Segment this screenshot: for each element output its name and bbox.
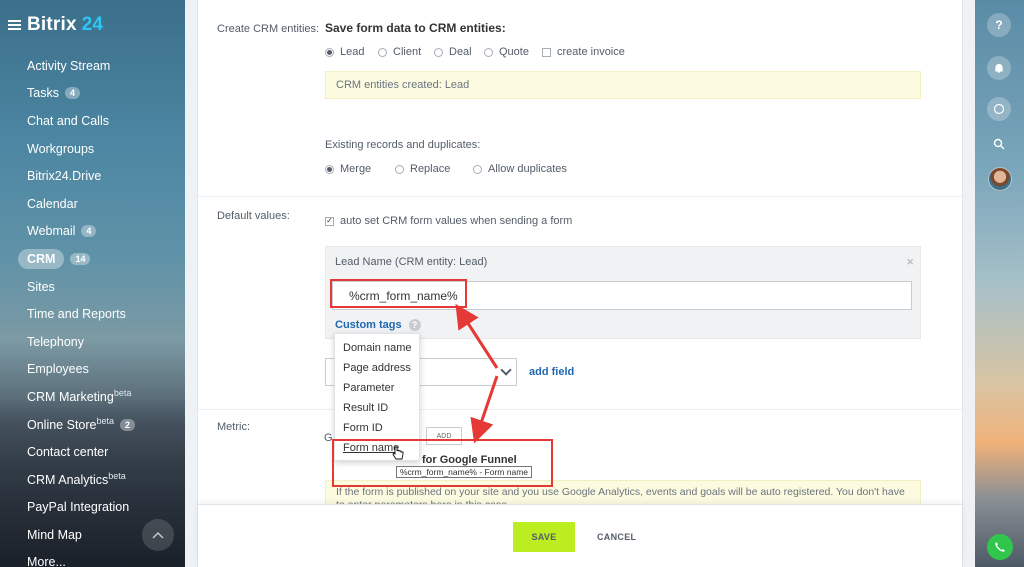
sidebar-item-time-and-reports[interactable]: Time and Reports (0, 300, 185, 328)
sidebar-item-label: Activity Stream (27, 58, 111, 73)
help-icon[interactable]: ? (408, 319, 421, 331)
phone-icon[interactable] (987, 534, 1013, 560)
sidebar-item-label: More... (27, 555, 66, 567)
sidebar-item-workgroups[interactable]: Workgroups (0, 135, 185, 163)
sidebar-item-crm[interactable]: CRM 14 (0, 245, 185, 273)
right-toolbar: ? (975, 0, 1024, 567)
create-invoice-checkbox[interactable]: create invoice (542, 46, 625, 58)
save-button[interactable]: SAVE (513, 522, 575, 552)
sidebar-item-label: Tasks (27, 86, 59, 101)
sidebar-item-activity-stream[interactable]: Activity Stream (0, 52, 185, 80)
tag-domain-name[interactable]: Domain name (335, 338, 419, 358)
sidebar-item-online-store[interactable]: Online Store beta 2 (0, 411, 185, 439)
counter-badge: 14 (70, 252, 91, 265)
sidebar-item-tasks[interactable]: Tasks 4 (0, 80, 185, 108)
form-footer: SAVE CANCEL (198, 504, 962, 567)
logo[interactable]: Bitrix 24 (8, 14, 103, 36)
sidebar-item-label: CRM Marketing (27, 389, 114, 404)
sidebar-item-contact-center[interactable]: Contact center (0, 438, 185, 466)
sidebar-item-webmail[interactable]: Webmail 4 (0, 218, 185, 246)
sidebar-item-label: Mind Map (27, 527, 82, 542)
chevron-down-icon (500, 364, 512, 376)
scroll-up-button[interactable] (142, 519, 174, 551)
sidebar-item-label: CRM Analytics (27, 472, 109, 487)
sidebar-item-label: Employees (27, 362, 89, 377)
entity-radio-quote[interactable]: Quote (484, 46, 529, 58)
sidebar-item-label: Online Store (27, 417, 97, 432)
sidebar-item-more[interactable]: More... (0, 549, 185, 567)
divider (198, 196, 962, 197)
sidebar-item-crm-analytics[interactable]: CRM Analytics beta (0, 466, 185, 494)
section-title: Save form data to CRM entities: (325, 21, 506, 35)
form-settings-panel: Create CRM entities: Save form data to C… (197, 0, 963, 567)
sidebar-item-sites[interactable]: Sites (0, 273, 185, 301)
tag-result-id[interactable]: Result ID (335, 398, 419, 418)
create-crm-label: Create CRM entities: (217, 23, 320, 35)
sidebar-item-label: Time and Reports (27, 307, 126, 322)
metric-label: Metric: (217, 421, 250, 433)
sidebar-item-calendar[interactable]: Calendar (0, 190, 185, 218)
entities-created-note: CRM entities created: Lead (325, 71, 921, 99)
sidebar-item-crm-marketing[interactable]: CRM Marketing beta (0, 383, 185, 411)
sidebar-item-label: Sites (27, 279, 55, 294)
entity-radio-lead[interactable]: Lead (325, 46, 364, 58)
sidebar-item-label: Chat and Calls (27, 113, 109, 128)
sidebar-item-label: Bitrix24.Drive (27, 169, 102, 184)
sidebar-item-paypal-integration[interactable]: PayPal Integration (0, 494, 185, 522)
dup-radio-replace[interactable]: Replace (395, 163, 450, 175)
chevron-up-icon (152, 531, 164, 539)
sidebar-menu: Activity Stream Tasks 4 Chat and Calls Workg… (0, 52, 185, 567)
dup-radio-allow[interactable]: Allow duplicates (473, 163, 567, 175)
annotation-box-form-name (332, 439, 553, 487)
dup-radio-merge[interactable]: Merge (325, 163, 371, 175)
sidebar-item-label: Calendar (27, 196, 78, 211)
tag-parameter[interactable]: Parameter (335, 378, 419, 398)
entity-radio-deal[interactable]: Deal (434, 46, 472, 58)
custom-tags-link[interactable]: Custom tags? (335, 319, 421, 331)
sidebar-item-label: Webmail (27, 224, 76, 239)
chat-icon[interactable] (987, 97, 1011, 121)
duplicates-label: Existing records and duplicates: (325, 139, 481, 151)
lead-box-title: Lead Name (CRM entity: Lead) (335, 256, 488, 268)
avatar[interactable] (988, 167, 1012, 191)
sidebar-item-label: Workgroups (27, 141, 95, 156)
sidebar-item-label: CRM (18, 248, 65, 269)
tag-page-address[interactable]: Page address (335, 358, 419, 378)
beta-badge: beta (113, 387, 132, 398)
counter-badge: 4 (64, 87, 80, 100)
cancel-button[interactable]: CANCEL (597, 522, 636, 552)
beta-badge: beta (96, 415, 115, 426)
entity-radio-client[interactable]: Client (378, 46, 421, 58)
bell-icon[interactable] (987, 56, 1011, 80)
help-icon[interactable]: ? (987, 13, 1011, 37)
divider (198, 409, 962, 410)
logo-number: 24 (81, 14, 103, 35)
sidebar-item-telephony[interactable]: Telephony (0, 328, 185, 356)
default-values-label: Default values: (217, 210, 290, 222)
sidebar-item-employees[interactable]: Employees (0, 356, 185, 384)
search-icon[interactable] (987, 132, 1011, 156)
annotation-box-input (330, 279, 467, 308)
add-field-link[interactable]: add field (529, 366, 574, 378)
sidebar-item-label: Telephony (27, 334, 84, 349)
beta-badge: beta (108, 470, 126, 481)
sidebar-item-bitrix24-drive[interactable]: Bitrix24.Drive (0, 162, 185, 190)
logo-text: Bitrix (27, 14, 77, 35)
left-sidebar: Bitrix 24 Activity Stream Tasks 4 Chat and … (0, 0, 185, 567)
close-icon[interactable]: × (906, 254, 914, 269)
counter-badge: 4 (81, 225, 97, 238)
sidebar-item-label: PayPal Integration (27, 500, 130, 515)
sidebar-item-label: Contact center (27, 445, 109, 460)
tag-form-id[interactable]: Form ID (335, 418, 419, 438)
menu-icon[interactable] (8, 20, 21, 30)
sidebar-item-chat-and-calls[interactable]: Chat and Calls (0, 107, 185, 135)
auto-set-checkbox[interactable]: ✓ auto set CRM form values when sending a… (325, 215, 572, 227)
counter-badge: 2 (120, 418, 136, 431)
